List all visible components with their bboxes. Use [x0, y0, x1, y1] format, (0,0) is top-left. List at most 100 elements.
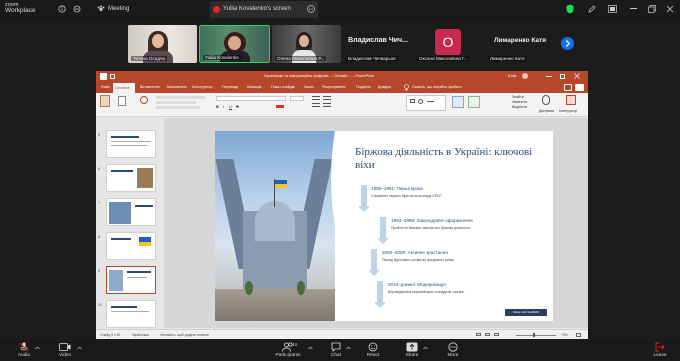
share-button[interactable]: Share [400, 340, 424, 361]
font-size-field[interactable] [290, 96, 304, 101]
italic-icon[interactable]: I [223, 104, 224, 109]
bold-icon[interactable]: B [216, 104, 219, 109]
strikethrough-icon[interactable]: S [236, 104, 239, 109]
designer-button[interactable]: Конструктор [559, 109, 577, 113]
close-icon[interactable] [666, 5, 674, 13]
leave-button[interactable]: Leave [648, 340, 672, 361]
slide-thumbnail[interactable] [106, 300, 156, 328]
line-shape-icon[interactable] [427, 101, 434, 102]
designer-icon[interactable] [566, 95, 576, 105]
current-slide[interactable]: Біржова діяльність в Україні: ключові ві… [215, 131, 553, 321]
tab-design[interactable]: Конструктор [192, 85, 213, 89]
video-tile-olena[interactable]: Олена Миколаївна Р... [272, 25, 341, 63]
close-icon[interactable] [574, 73, 580, 79]
tab-transitions[interactable]: Переходи [222, 85, 238, 89]
video-tile-lymarenko[interactable]: Лимаренко Катя Лимаренко Катя [485, 25, 555, 63]
react-button[interactable]: React [361, 340, 385, 361]
next-participants-button[interactable] [561, 37, 574, 50]
tab-insert[interactable]: Вставлення [140, 85, 160, 89]
rectangle-shape-icon[interactable] [410, 99, 415, 103]
video-button[interactable]: Video [53, 340, 77, 361]
replace-button[interactable]: Замінити [512, 100, 527, 104]
apps-icon[interactable] [73, 5, 81, 13]
slide-thumbnail-selected[interactable] [106, 266, 156, 294]
video-options-chevron-icon[interactable] [77, 346, 82, 350]
section-control[interactable] [156, 106, 200, 109]
audio-options-chevron-icon[interactable] [35, 346, 40, 350]
layout-control[interactable] [156, 96, 206, 99]
fit-slide-icon[interactable] [576, 332, 581, 337]
normal-view-icon[interactable] [476, 333, 481, 336]
save-icon[interactable] [110, 74, 115, 79]
select-button[interactable]: Виділити [512, 105, 527, 109]
dictate-button[interactable]: Диктувати [539, 109, 554, 113]
microphone-icon[interactable] [542, 95, 550, 105]
quick-styles-icon[interactable] [468, 96, 480, 108]
security-shield-icon[interactable] [566, 4, 574, 14]
font-name-field[interactable] [216, 96, 286, 101]
zoom-slider-thumb[interactable] [533, 333, 535, 337]
video-tile-tetiana[interactable]: Тетяна Осадча [128, 25, 197, 63]
slide-thumbnail[interactable] [106, 130, 156, 158]
search-input[interactable]: Скажіть, що потрібно зробити [412, 85, 462, 89]
tab-slideshow[interactable]: Показ слайдів [271, 85, 295, 89]
more-button[interactable]: More [441, 340, 465, 361]
tab-animations[interactable]: Анімація [247, 85, 261, 89]
numbering-icon[interactable] [323, 96, 331, 100]
autosave-icon[interactable] [100, 73, 107, 80]
restore-icon[interactable] [648, 5, 656, 13]
paste-icon[interactable] [100, 95, 110, 107]
chat-button[interactable]: Chat [324, 340, 348, 361]
arrange-icon[interactable] [452, 96, 464, 108]
tab-help[interactable]: Довідка [378, 85, 391, 89]
screen-share-tab[interactable]: Yuliia Kovalenko's screen [210, 1, 318, 18]
share-options-chevron-icon[interactable] [423, 346, 428, 350]
tab-review[interactable]: Рецензування [322, 85, 345, 89]
slide-thumbnail[interactable] [106, 232, 156, 260]
tab-home-active[interactable]: Основна [113, 83, 135, 93]
language[interactable]: Українська [132, 333, 149, 337]
info-icon[interactable] [58, 5, 66, 13]
notes-button[interactable]: Натисніть, щоб додати нотатки [160, 333, 209, 337]
zoom-slider[interactable] [516, 334, 556, 336]
share-icon[interactable] [575, 84, 584, 91]
minimize-icon[interactable] [630, 8, 637, 9]
participants-options-chevron-icon[interactable] [308, 346, 313, 350]
video-tile-yuliia[interactable]: Yuliia Kovalenko [199, 25, 270, 63]
video-tile-oksana[interactable]: O Оксана Миколаївна Г... [414, 25, 484, 63]
align-left-icon[interactable] [312, 103, 320, 107]
participants-button[interactable]: 44 Participants [270, 340, 306, 361]
find-button[interactable]: Знайти [512, 95, 524, 99]
reset-control[interactable] [156, 101, 196, 104]
maximize-icon[interactable] [560, 74, 565, 79]
reading-view-icon[interactable] [494, 333, 499, 336]
oval-shape-icon[interactable] [418, 99, 423, 104]
view-icon[interactable] [608, 5, 617, 13]
shapes-gallery[interactable] [406, 95, 446, 111]
tab-draw[interactable]: Малювання [167, 85, 187, 89]
bullets-icon[interactable] [312, 96, 320, 100]
zoom-level[interactable]: 70% [561, 333, 568, 337]
tab-record[interactable]: Запис [304, 85, 314, 89]
video-tile-vladyslav[interactable]: Владислав Чич... Владислав Чичварьов [343, 25, 413, 63]
avatar[interactable] [522, 73, 528, 79]
comments-icon[interactable] [564, 84, 572, 91]
underline-icon[interactable]: U [229, 104, 232, 109]
edit-icon[interactable] [588, 5, 596, 13]
font-formatting-buttons[interactable]: B I U S [216, 104, 306, 109]
slide-thumbnail[interactable] [106, 198, 156, 226]
sorter-view-icon[interactable] [485, 333, 490, 336]
tab-view[interactable]: Подання [356, 85, 371, 89]
tab-file[interactable]: Файл [101, 85, 110, 89]
new-slide-icon[interactable] [118, 96, 126, 106]
paragraph-group[interactable] [312, 96, 382, 108]
more-options-icon[interactable] [307, 5, 315, 13]
slide-thumbnail[interactable] [106, 164, 156, 192]
reuse-slides-icon[interactable] [140, 96, 148, 104]
minimize-icon[interactable] [546, 76, 552, 77]
chat-options-chevron-icon[interactable] [346, 346, 351, 350]
font-color-icon[interactable] [276, 104, 284, 108]
meeting-label[interactable]: Meeting [108, 6, 129, 12]
audio-button[interactable]: Audio [12, 340, 36, 361]
align-center-icon[interactable] [323, 103, 331, 107]
